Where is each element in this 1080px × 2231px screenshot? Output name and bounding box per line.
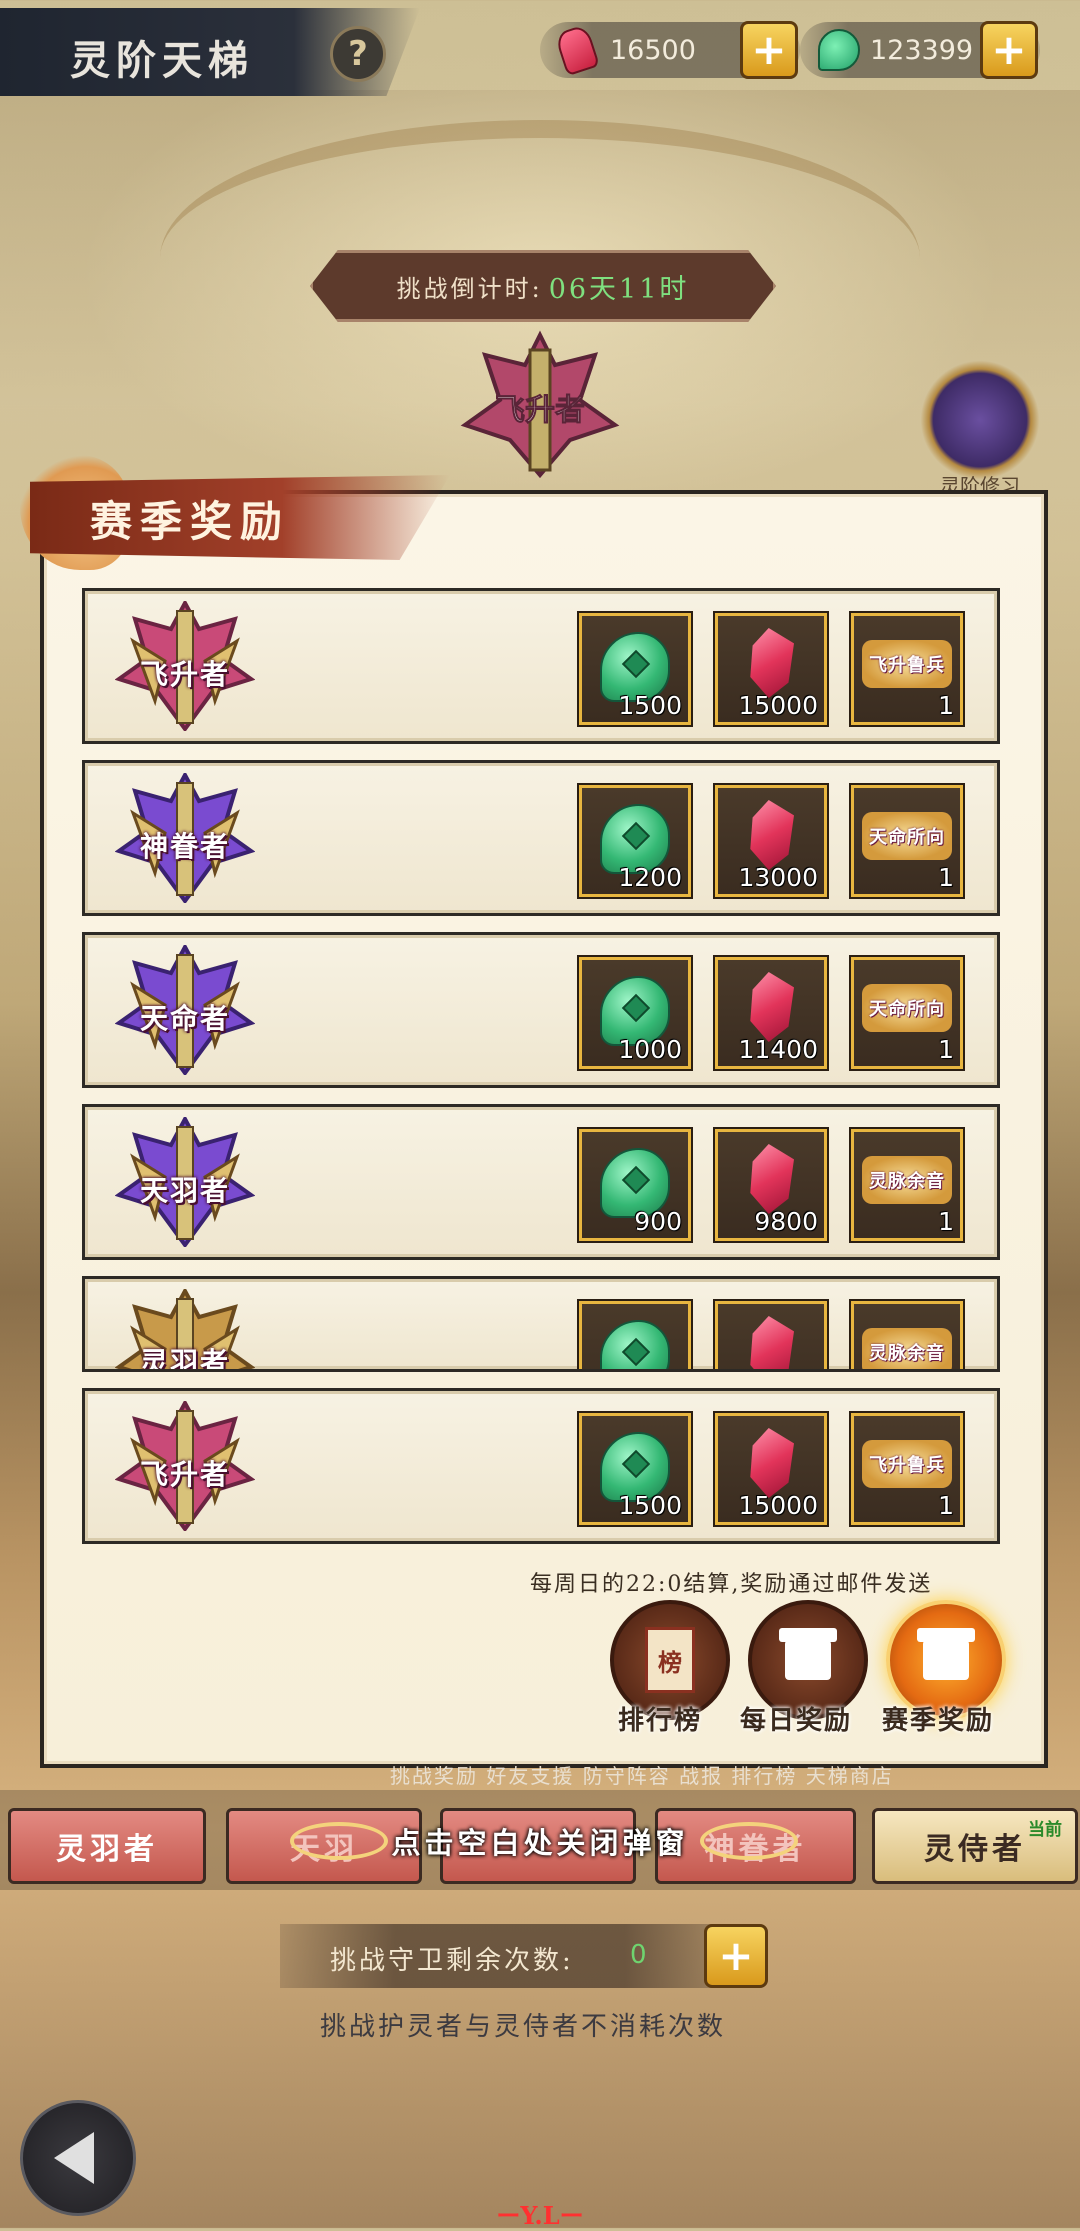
reward-count: 1	[938, 1207, 954, 1236]
countdown-value: 06天11时	[548, 273, 690, 305]
reward-jade[interactable]: 1000	[579, 957, 691, 1069]
reward-gem[interactable]	[715, 1301, 827, 1369]
jade-amount: 123399	[870, 34, 974, 66]
reward-row: 神眷者 1200 13000 天命所向 1	[82, 760, 1000, 916]
reward-count: 1200	[618, 863, 682, 892]
season-reward-label: 赛季奖励	[882, 1706, 995, 1736]
add-gem-button[interactable]: +	[740, 21, 798, 79]
settlement-note: 每周日的22:0结算,奖励通过邮件发送	[530, 1572, 933, 1597]
rank-emblem-background: 飞升者	[460, 330, 620, 479]
reward-count: 1	[938, 1035, 954, 1064]
back-arrow-icon	[54, 2132, 94, 2184]
help-icon[interactable]: ?	[330, 26, 386, 82]
reward-title-token[interactable]: 天命所向 1	[851, 957, 963, 1069]
reward-row: 飞升者 1500 15000 飞升鲁兵 1	[82, 588, 1000, 744]
reward-jade[interactable]	[579, 1301, 691, 1369]
reward-row: 灵羽者 灵脉余音	[82, 1276, 1000, 1372]
jade-icon	[600, 1320, 670, 1369]
gem-amount: 16500	[610, 34, 696, 66]
reward-count: 11400	[738, 1035, 818, 1064]
currency-gem: 16500 +	[540, 21, 800, 79]
title-token-icon: 飞升鲁兵	[862, 640, 952, 688]
back-button[interactable]	[20, 2100, 136, 2216]
reward-jade[interactable]: 1500	[579, 1413, 691, 1525]
page-title: 灵阶天梯	[70, 37, 254, 84]
title-token-icon: 灵脉余音	[862, 1156, 952, 1204]
reward-count: 1500	[618, 1491, 682, 1520]
reward-count: 1	[938, 691, 954, 720]
cultivation-emblem[interactable]	[920, 360, 1040, 480]
title-token-icon: 天命所向	[862, 812, 952, 860]
reward-jade[interactable]: 1200	[579, 785, 691, 897]
red-gem-icon	[750, 972, 794, 1042]
currency-jade: 123399 +	[800, 21, 1040, 79]
jade-icon	[818, 29, 860, 71]
bottom-mark: ーY.Lー	[496, 2201, 584, 2230]
rank-emblem-icon: 灵羽者	[114, 1286, 256, 1372]
reward-count: 900	[634, 1207, 682, 1236]
current-badge: 当前	[1028, 1820, 1062, 1840]
reward-count: 15000	[738, 1491, 818, 1520]
reward-count: 1000	[618, 1035, 682, 1064]
title-token-icon: 飞升鲁兵	[862, 1440, 952, 1488]
reward-count: 1	[938, 863, 954, 892]
modal-title: 赛季奖励	[90, 497, 291, 546]
reward-gem[interactable]: 13000	[715, 785, 827, 897]
challenge-countdown: 挑战倒计时: 06天11时	[310, 250, 776, 322]
reward-title-token[interactable]: 天命所向 1	[851, 785, 963, 897]
reward-jade[interactable]: 900	[579, 1129, 691, 1241]
attempts-note: 挑战护灵者与灵侍者不消耗次数	[320, 2012, 727, 2042]
reward-row: 飞升者 1500 15000 飞升鲁兵 1	[82, 1388, 1000, 1544]
red-gem-icon	[554, 23, 600, 77]
reward-count: 13000	[738, 863, 818, 892]
reward-count: 1	[938, 1491, 954, 1520]
rank-emblem-icon: 天命者	[114, 942, 256, 1077]
close-hint-toast: 点击空白处关闭弹窗	[391, 1826, 689, 1860]
gift-clock-icon	[779, 1628, 837, 1680]
reward-gem[interactable]: 11400	[715, 957, 827, 1069]
reward-title-token[interactable]: 飞升鲁兵 1	[851, 613, 963, 725]
tab-lingyu[interactable]: 灵羽者	[8, 1808, 206, 1884]
rank-emblem-icon: 飞升者	[114, 598, 256, 733]
rank-emblem-icon: 飞升者	[114, 1398, 256, 1533]
red-gem-icon	[750, 800, 794, 870]
countdown-label: 挑战倒计时:	[396, 274, 543, 303]
reward-count: 9800	[754, 1207, 818, 1236]
red-gem-icon	[750, 1428, 794, 1498]
gift-icon	[917, 1628, 975, 1680]
add-attempts-button[interactable]: +	[704, 1924, 768, 1988]
bottom-menu-line[interactable]: 挑战奖励 好友支援 防守阵容 战报 排行榜 天梯商店	[390, 1760, 894, 1789]
rank-emblem-icon: 天羽者	[114, 1114, 256, 1249]
title-token-icon: 灵脉余音	[862, 1328, 952, 1369]
rank-name: 飞升者	[139, 658, 230, 691]
reward-row: 天羽者 900 9800 灵脉余音 1	[82, 1104, 1000, 1260]
title-token-icon: 天命所向	[862, 984, 952, 1032]
daily-reward-label: 每日奖励	[740, 1706, 853, 1736]
reward-jade[interactable]: 1500	[579, 613, 691, 725]
reward-count: 1500	[618, 691, 682, 720]
red-gem-icon	[750, 628, 794, 698]
reward-gem[interactable]: 15000	[715, 613, 827, 725]
rank-name: 灵羽者	[139, 1346, 230, 1372]
bg-emblem-label: 飞升者	[495, 393, 585, 428]
reward-count: 15000	[738, 691, 818, 720]
reward-title-token[interactable]: 灵脉余音 1	[851, 1129, 963, 1241]
rank-name: 天命者	[139, 1002, 230, 1035]
leaderboard-icon: 榜	[645, 1627, 695, 1693]
reward-gem[interactable]: 9800	[715, 1129, 827, 1241]
leaderboard-label: 排行榜	[618, 1706, 703, 1736]
rank-name: 天羽者	[139, 1174, 230, 1207]
red-gem-icon	[750, 1144, 794, 1214]
remaining-label: 挑战守卫剩余次数:	[330, 1946, 574, 1976]
reward-title-token[interactable]: 灵脉余音	[851, 1301, 963, 1369]
reward-title-token[interactable]: 飞升鲁兵 1	[851, 1413, 963, 1525]
rank-name: 神眷者	[139, 830, 230, 863]
reward-gem[interactable]: 15000	[715, 1413, 827, 1525]
red-gem-icon	[750, 1316, 794, 1369]
reward-row: 天命者 1000 11400 天命所向 1	[82, 932, 1000, 1088]
rank-name: 飞升者	[139, 1458, 230, 1491]
add-jade-button[interactable]: +	[980, 21, 1038, 79]
rank-emblem-icon: 神眷者	[114, 770, 256, 905]
remaining-value: 0	[630, 1940, 647, 1970]
